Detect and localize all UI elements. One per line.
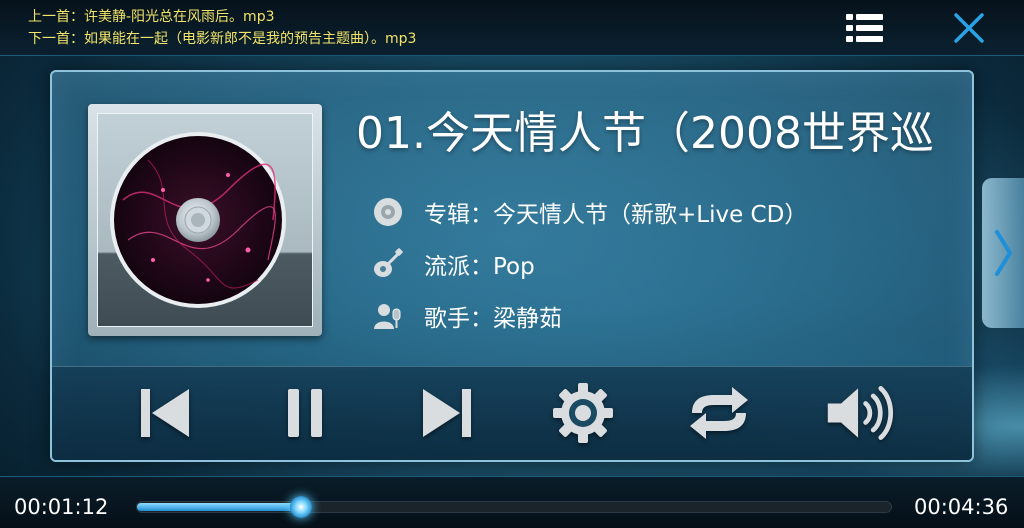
next-track-label[interactable]: 下一首：如果能在一起（电影新郎不是我的预告主题曲）。mp3 <box>28 30 416 48</box>
previous-track-label[interactable]: 上一首：许美静-阳光总在风雨后。mp3 <box>28 8 274 26</box>
repeat-button[interactable] <box>684 381 754 445</box>
pause-button[interactable] <box>270 381 340 445</box>
album-art <box>97 113 313 327</box>
skip-previous-icon <box>141 389 189 437</box>
seek-bar-fill <box>137 503 301 511</box>
seek-bar[interactable] <box>136 496 892 518</box>
chevron-right-icon <box>995 230 1012 276</box>
artist-label: 歌手：梁静茹 <box>424 306 562 332</box>
volume-icon <box>827 386 894 440</box>
singer-icon <box>374 304 401 329</box>
playlist-menu-button[interactable] <box>846 12 884 44</box>
total-time: 00:04:36 <box>914 495 1009 519</box>
song-title: 01.今天情人节（2008世界巡 <box>356 108 934 159</box>
repeat-icon <box>690 387 748 439</box>
gear-icon <box>553 383 613 443</box>
genre-label: 流派：Pop <box>424 254 535 280</box>
pause-icon <box>288 389 322 437</box>
genre-info-row: 流派：Pop <box>372 246 535 282</box>
close-button[interactable] <box>950 10 988 46</box>
list-icon <box>846 14 883 42</box>
volume-button[interactable] <box>824 381 894 445</box>
playback-controls <box>52 366 972 460</box>
cd-disc-icon <box>110 132 286 308</box>
skip-next-icon <box>423 389 471 437</box>
album-art-frame <box>88 104 322 336</box>
previous-button[interactable] <box>130 381 200 445</box>
guitar-icon <box>374 248 403 277</box>
next-button[interactable] <box>412 381 482 445</box>
now-playing-panel: 01.今天情人节（2008世界巡 专辑：今天情人节（新歌+Live CD） 流派… <box>50 70 974 462</box>
settings-button[interactable] <box>548 381 618 445</box>
artist-info-row: 歌手：梁静茹 <box>372 298 562 334</box>
album-label: 专辑：今天情人节（新歌+Live CD） <box>424 202 808 228</box>
disc-icon <box>374 198 402 226</box>
seek-bar-handle[interactable] <box>289 496 312 518</box>
top-bar: 上一首：许美静-阳光总在风雨后。mp3 下一首：如果能在一起（电影新郎不是我的预… <box>0 0 1024 56</box>
progress-bar-area: 00:01:12 00:04:36 <box>0 476 1024 528</box>
elapsed-time: 00:01:12 <box>14 495 109 519</box>
next-page-tab[interactable] <box>982 178 1024 328</box>
close-icon <box>954 13 984 43</box>
album-info-row: 专辑：今天情人节（新歌+Live CD） <box>372 194 807 230</box>
